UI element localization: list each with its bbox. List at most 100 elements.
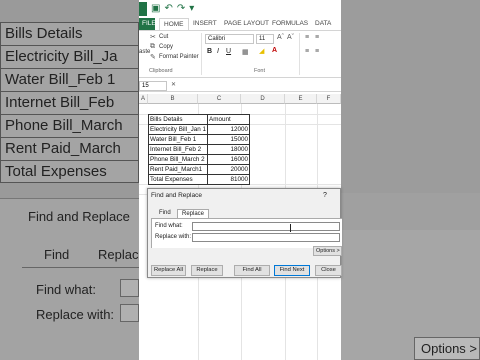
tab-data[interactable]: DATA [315,18,331,30]
zoomed-find-label: Find what: [36,282,96,297]
tab-home[interactable]: HOME [159,18,189,30]
table-cell[interactable]: 16000 [207,154,250,165]
zoomed-dialog-title: Find and Replace [28,209,130,224]
table-cell[interactable]: 20000 [207,164,250,175]
borders-icon[interactable]: ▦ [242,48,249,56]
tab-page-layout[interactable]: PAGE LAYOUT [224,18,269,30]
excel-logo-icon [139,2,147,16]
decrease-font-icon[interactable]: Aˇ [287,34,294,41]
table-header-cell[interactable]: Amount [207,114,250,125]
bills-table: Bills Details Amount Electricity Bill_Ja… [148,114,250,185]
column-header-a-visible[interactable]: A [139,94,148,104]
find-next-button[interactable]: Find Next [274,265,310,276]
table-cell[interactable]: 12000 [207,124,250,135]
table-cell[interactable]: Electricity Bill_Jan 1 [148,124,208,135]
column-header-d[interactable]: D [241,94,285,104]
italic-icon[interactable]: I [217,48,219,55]
font-group-label: Font [254,68,266,74]
zoomed-cell: Bills Details [0,22,139,45]
find-all-button[interactable]: Find All [234,265,270,276]
tab-file[interactable]: FILE [139,18,156,30]
table-header-cell[interactable]: Bills Details [148,114,208,125]
redo-icon[interactable]: ↷ [177,2,185,15]
column-header-b[interactable]: B [148,94,198,104]
zoomed-dialog: Find and Replace Find Replac Find what: … [0,198,139,360]
title-bar: ▣ ↶ ↷ ▾ [139,0,341,18]
table-cell[interactable]: 81000 [207,174,250,185]
table-row: Water Bill_Feb 1 15000 [148,134,250,145]
table-header-row: Bills Details Amount [148,114,250,125]
align-center-icon[interactable]: ≡ [315,48,319,55]
table-cell[interactable]: Rent Paid_March1 [148,164,208,175]
column-header-f[interactable]: F [317,94,341,104]
help-icon[interactable]: ? [323,192,327,199]
zoomed-replace-box [120,304,139,322]
zoomed-cell: Electricity Bill_Ja [0,45,139,68]
group-separator [201,33,202,75]
format-painter-button[interactable]: Format Painter [159,54,199,60]
background-right-area [341,0,480,193]
table-cell[interactable]: Phone Bill_March 2 [148,154,208,165]
increase-font-icon[interactable]: Aˆ [277,34,284,41]
tab-insert[interactable]: INSERT [193,18,217,30]
align-left-icon[interactable]: ≡ [305,48,309,55]
zoomed-cell: Rent Paid_March [0,137,139,160]
formula-bar: 15 ✕ [139,80,341,92]
replace-with-input[interactable] [192,233,340,242]
cut-button[interactable]: Cut [159,34,168,40]
zoomed-cell: Internet Bill_Feb [0,91,139,114]
font-name-select[interactable]: Calibri [205,34,254,44]
replace-button[interactable]: Replace [191,265,223,276]
fill-color-icon[interactable]: ◢ [259,47,264,55]
table-row: Phone Bill_March 2 16000 [148,154,250,165]
tab-formulas[interactable]: FORMULAS [272,18,308,30]
text-cursor-icon [290,224,292,232]
table-row: Total Expenses 81000 [148,174,250,185]
zoomed-tab-find: Find [44,247,70,262]
ribbon: aste ✂ Cut ⧉ Copy ✎ Format Painter Clipb… [139,30,341,78]
font-size-select[interactable]: 11 [256,34,274,44]
zoomed-cell: Total Expenses [0,160,139,183]
zoomed-cell: Water Bill_Feb 1 [0,68,139,91]
table-cell[interactable]: Internet Bill_Feb 2 [148,144,208,155]
zoomed-tab-replace: Replac [98,247,139,262]
replace-all-button[interactable]: Replace All [151,265,186,276]
dialog-title: Find and Replace [151,192,202,199]
name-box[interactable]: 15 [139,81,167,91]
copy-icon: ⧉ [150,43,155,50]
ribbon-tabs: FILE HOME INSERT PAGE LAYOUT FORMULAS DA… [139,18,341,30]
align-top-icon[interactable]: ≡ [305,34,309,41]
zoomed-find-box [120,279,139,297]
table-cell[interactable]: Water Bill_Feb 1 [148,134,208,145]
table-row: Internet Bill_Feb 2 18000 [148,144,250,155]
replace-with-label: Replace with: [155,234,192,240]
undo-icon[interactable]: ↶ [164,2,172,15]
quick-access-toolbar: ▣ ↶ ↷ ▾ [151,2,194,15]
find-what-label: Find what: [155,223,183,229]
paste-button[interactable]: aste [139,49,150,55]
zoomed-replace-label: Replace with: [36,307,115,322]
column-header-e[interactable]: E [285,94,317,104]
save-icon[interactable]: ▣ [151,2,160,15]
customize-icon[interactable]: ▾ [189,2,194,15]
excel-window: ▣ ↶ ↷ ▾ FILE HOME INSERT PAGE LAYOUT FOR… [139,0,341,360]
align-middle-icon[interactable]: ≡ [315,34,319,41]
column-header-c[interactable]: C [198,94,241,104]
cut-icon: ✂ [150,34,156,41]
table-cell[interactable]: 18000 [207,144,250,155]
table-cell[interactable]: 15000 [207,134,250,145]
options-button[interactable]: Options > [313,246,342,256]
clipboard-group-label: Clipboard [149,68,173,74]
table-cell[interactable]: Total Expenses [148,174,208,185]
cancel-icon[interactable]: ✕ [171,81,176,88]
format-painter-icon: ✎ [150,54,156,61]
find-what-input[interactable] [192,222,340,232]
bold-icon[interactable]: B [207,48,212,55]
zoomed-options-button: Options > [414,337,480,360]
close-button[interactable]: Close [315,265,342,276]
font-color-icon[interactable]: A [272,47,277,54]
copy-button[interactable]: Copy [159,44,173,50]
underline-icon[interactable]: U [226,48,231,55]
table-row: Rent Paid_March1 20000 [148,164,250,175]
group-separator [299,33,300,75]
